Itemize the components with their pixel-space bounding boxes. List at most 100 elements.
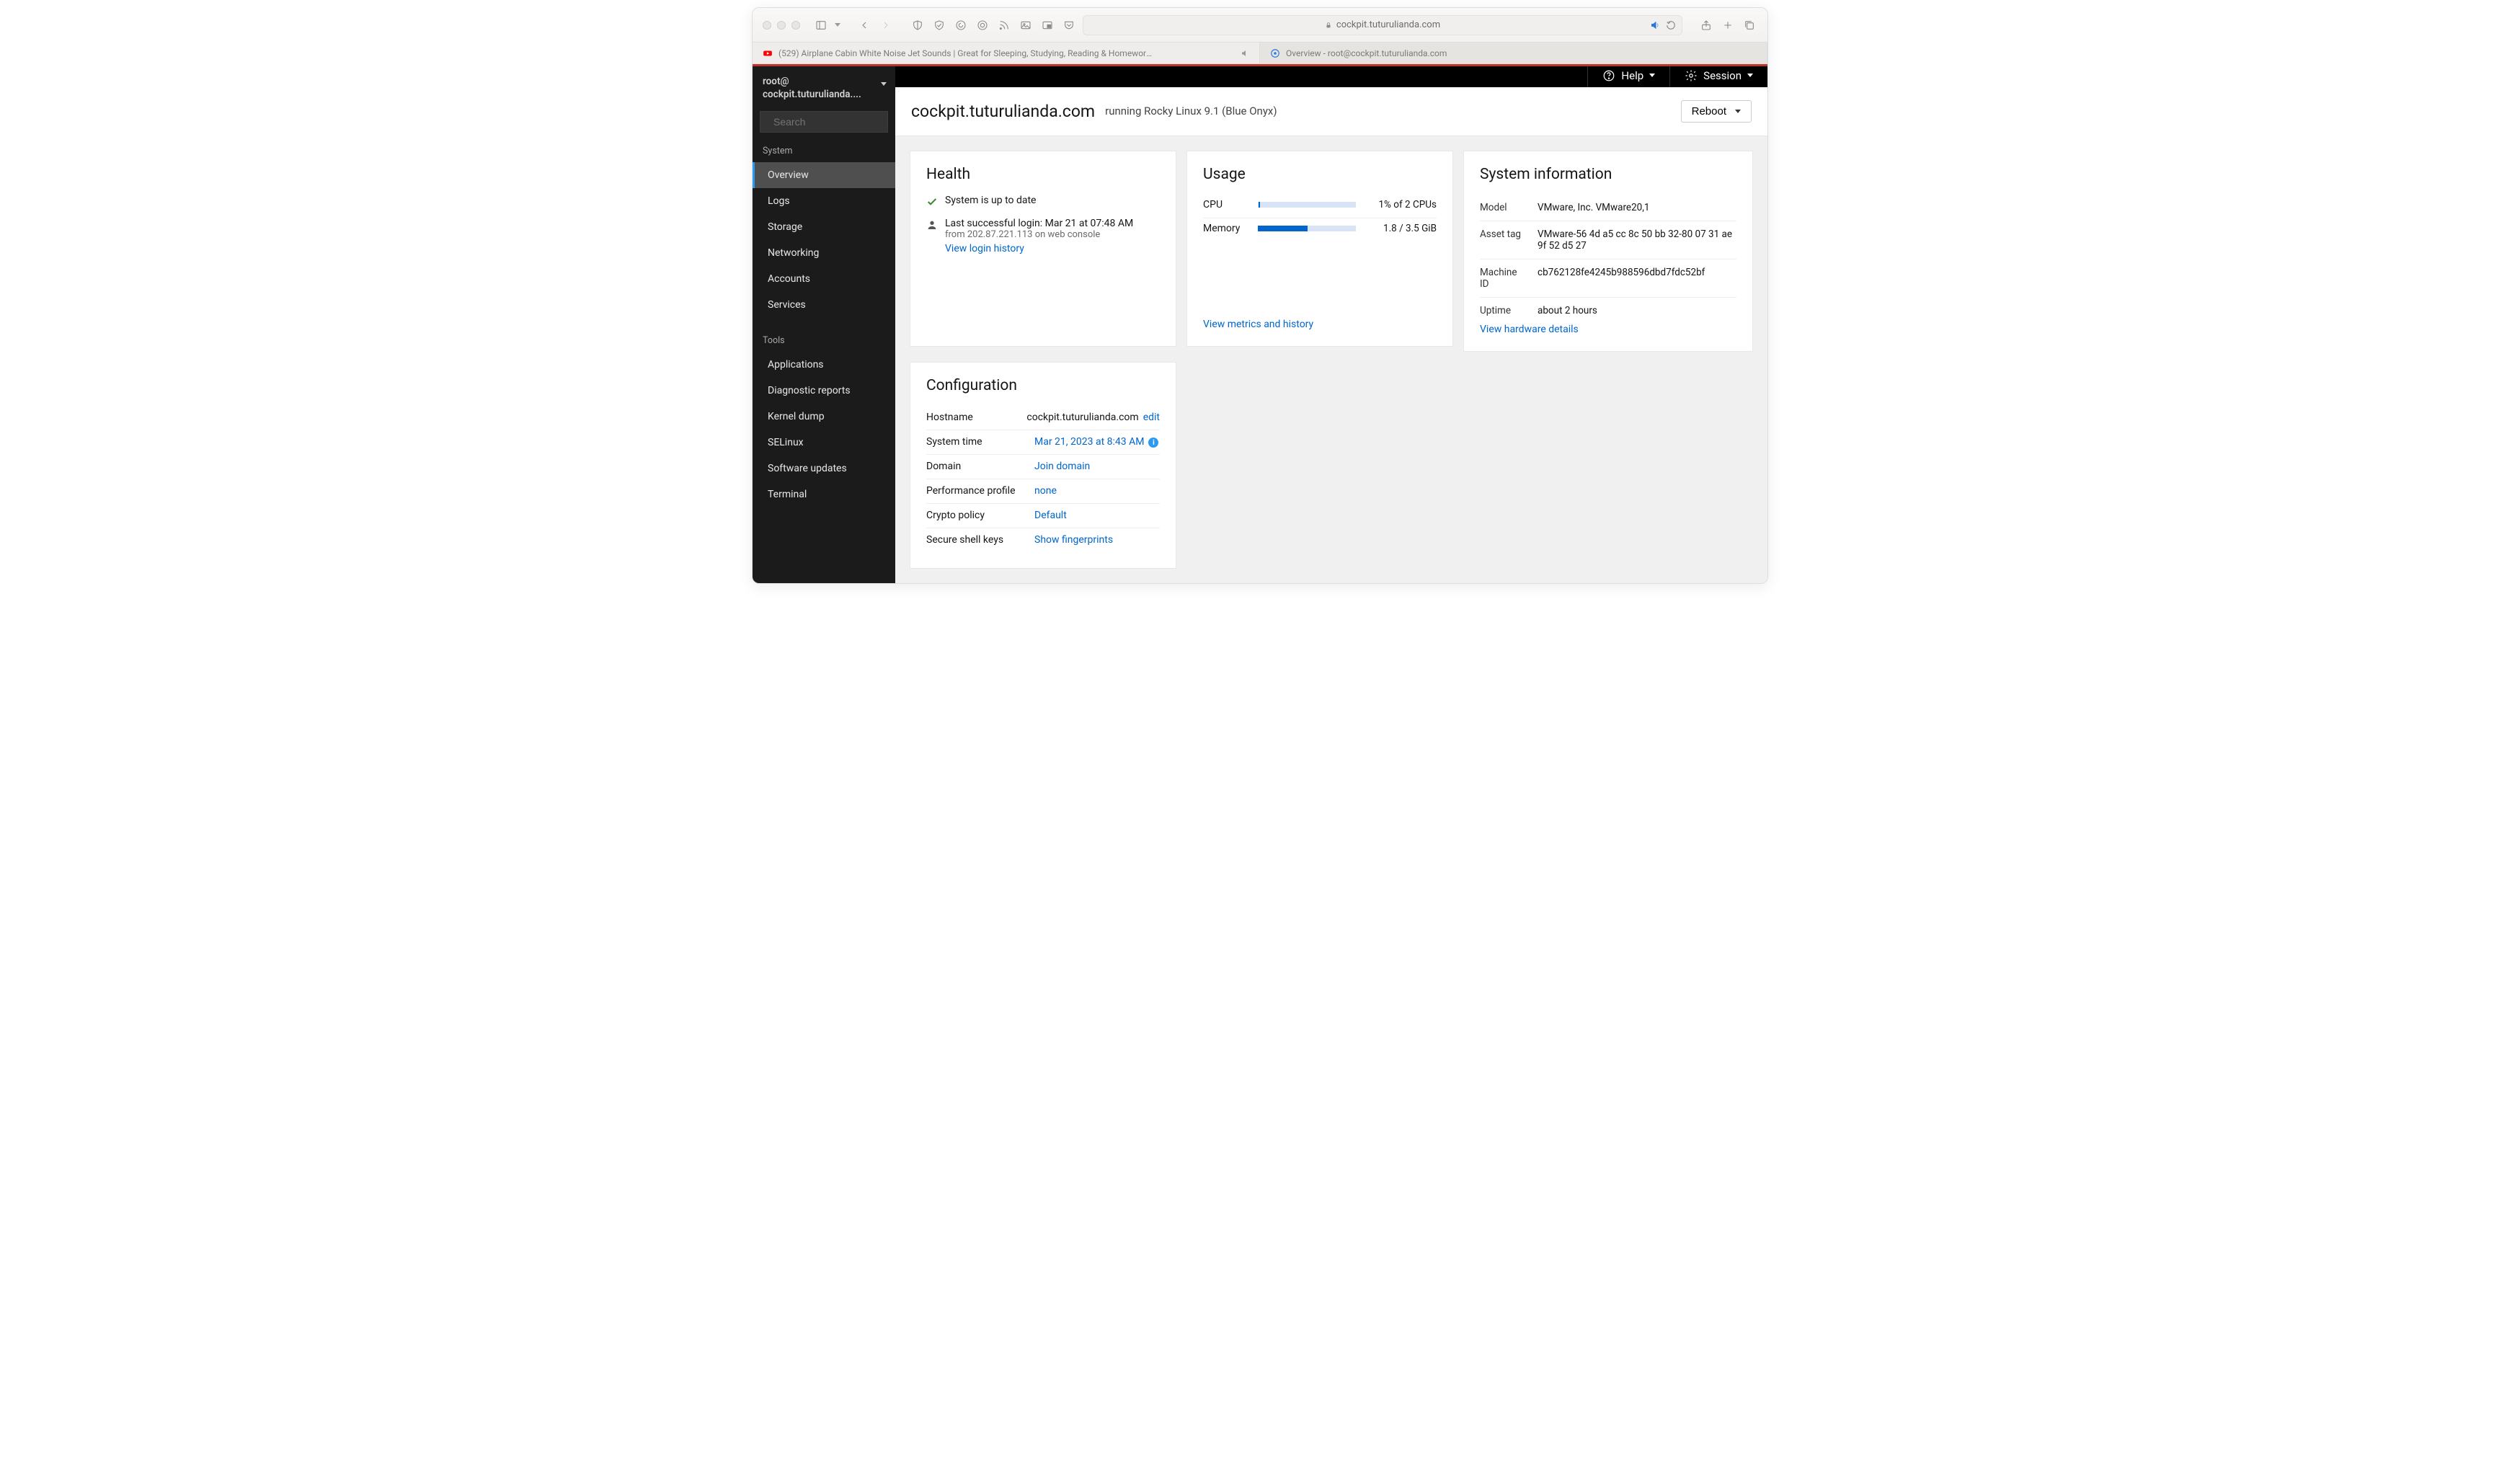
nav-back-icon[interactable] (856, 17, 872, 33)
config-value-link[interactable]: Default (1034, 510, 1067, 521)
youtube-icon (763, 48, 773, 58)
tab-title: (529) Airplane Cabin White Noise Jet Sou… (778, 48, 1153, 58)
pocket-icon[interactable] (1061, 17, 1077, 33)
chevron-down-icon (881, 82, 887, 86)
gear-icon (1685, 69, 1698, 82)
last-login: Last successful login: Mar 21 at 07:48 A… (945, 218, 1133, 229)
reboot-button[interactable]: Reboot (1681, 100, 1752, 123)
sidebar: root@ cockpit.tuturulianda.... System Ov… (753, 64, 895, 583)
sidebar-search[interactable] (760, 111, 888, 133)
config-card: Configuration Hostnamecockpit.tuturulian… (910, 362, 1176, 569)
search-input[interactable] (773, 116, 904, 128)
config-value-link[interactable]: Mar 21, 2023 at 8:43 AM (1034, 436, 1144, 448)
host-name: cockpit.tuturulianda.... (763, 88, 861, 101)
sidebar-toggle-icon[interactable] (813, 17, 829, 33)
config-row: DomainJoin domain (926, 455, 1160, 479)
sysinfo-row: Machine IDcb762128fe4245b988596dbd7fdc52… (1480, 259, 1736, 298)
chevron-down-icon (1649, 74, 1655, 77)
config-value-link[interactable]: none (1034, 485, 1057, 497)
page-subtitle: running Rocky Linux 9.1 (Blue Onyx) (1105, 105, 1277, 117)
nav-item-services[interactable]: Services (753, 292, 895, 318)
session-button[interactable]: Session (1669, 64, 1767, 87)
info-icon[interactable]: i (1148, 438, 1158, 448)
config-value-link[interactable]: Join domain (1034, 461, 1090, 472)
topbar: Help Session (895, 64, 1767, 87)
nav-item-logs[interactable]: Logs (753, 188, 895, 214)
help-button[interactable]: Help (1587, 64, 1669, 87)
nav-item-software-updates[interactable]: Software updates (753, 456, 895, 481)
circle-dash-icon[interactable] (975, 17, 990, 33)
help-icon (1602, 69, 1615, 82)
config-row: Crypto policyDefault (926, 504, 1160, 528)
tab-title: Overview - root@cockpit.tuturulianda.com (1286, 48, 1447, 58)
view-login-history-link[interactable]: View login history (945, 243, 1133, 254)
card-title: System information (1480, 166, 1736, 183)
audio-playing-icon[interactable] (1650, 20, 1660, 30)
nav-item-selinux[interactable]: SELinux (753, 430, 895, 456)
nav-item-kernel-dump[interactable]: Kernel dump (753, 404, 895, 430)
pip-icon[interactable] (1039, 17, 1055, 33)
config-row: Hostnamecockpit.tuturulianda.comedit (926, 406, 1160, 430)
privacy-shield-icon[interactable] (931, 17, 947, 33)
chevron-down-icon (1735, 110, 1741, 113)
tab-audio-icon[interactable] (1241, 49, 1249, 58)
rss-icon[interactable] (996, 17, 1012, 33)
address-bar[interactable]: cockpit.tuturulianda.com (1083, 15, 1682, 35)
nav-item-networking[interactable]: Networking (753, 240, 895, 266)
reload-icon[interactable] (1666, 20, 1676, 30)
view-metrics-link[interactable]: View metrics and history (1203, 319, 1437, 330)
memory-bar (1258, 226, 1356, 231)
chevron-down-icon[interactable] (835, 23, 840, 27)
tab-overview-icon[interactable] (1742, 17, 1757, 33)
card-title: Usage (1203, 166, 1437, 183)
grammarly-icon[interactable] (953, 17, 969, 33)
config-row: Performance profilenone (926, 479, 1160, 504)
nav-item-applications[interactable]: Applications (753, 352, 895, 378)
config-value-link[interactable]: Show fingerprints (1034, 534, 1113, 546)
sysinfo-row: Asset tagVMware-56 4d a5 cc 8c 50 bb 32-… (1480, 221, 1736, 259)
cockpit-icon (1270, 48, 1280, 58)
nav-item-accounts[interactable]: Accounts (753, 266, 895, 292)
config-row: System timeMar 21, 2023 at 8:43 AMi (926, 430, 1160, 456)
usage-row-cpu: CPU 1% of 2 CPUs (1203, 195, 1437, 218)
last-login-from: from 202.87.221.113 on web console (945, 229, 1133, 240)
shield-half-icon[interactable] (910, 17, 926, 33)
browser-toolbar: cockpit.tuturulianda.com (753, 8, 1767, 43)
sysinfo-row: ModelVMware, Inc. VMware20,1 (1480, 195, 1736, 221)
browser-tab-0[interactable]: (529) Airplane Cabin White Noise Jet Sou… (753, 43, 1260, 63)
health-status: System is up to date (945, 195, 1037, 206)
usage-card: Usage CPU 1% of 2 CPUs Memory 1.8 / 3.5 … (1186, 151, 1453, 347)
browser-tab-1[interactable]: Overview - root@cockpit.tuturulianda.com (1260, 43, 1767, 63)
nav-group-tools: Tools (753, 331, 895, 352)
edit-link[interactable]: edit (1143, 412, 1160, 423)
nav-item-terminal[interactable]: Terminal (753, 481, 895, 507)
window-controls[interactable] (763, 21, 800, 30)
tab-strip: (529) Airplane Cabin White Noise Jet Sou… (753, 43, 1767, 64)
card-title: Configuration (926, 377, 1160, 394)
nav-group-system: System (753, 141, 895, 162)
nav-forward-icon (878, 17, 894, 33)
sysinfo-row: Uptimeabout 2 hours (1480, 298, 1736, 324)
nav-item-storage[interactable]: Storage (753, 214, 895, 240)
user-icon (926, 219, 938, 231)
check-icon (926, 196, 938, 208)
view-hardware-link[interactable]: View hardware details (1480, 324, 1736, 335)
address-text: cockpit.tuturulianda.com (1336, 19, 1440, 30)
sysinfo-card: System information ModelVMware, Inc. VMw… (1463, 151, 1753, 352)
cpu-bar (1258, 202, 1356, 208)
usage-row-memory: Memory 1.8 / 3.5 GiB (1203, 218, 1437, 241)
health-card: Health System is up to date Last success… (910, 151, 1176, 347)
image-icon[interactable] (1018, 17, 1034, 33)
page-header: cockpit.tuturulianda.com running Rocky L… (895, 87, 1767, 136)
host-switcher[interactable]: root@ cockpit.tuturulianda.... (753, 66, 895, 111)
config-row: Secure shell keysShow fingerprints (926, 528, 1160, 552)
lock-icon (1325, 22, 1332, 29)
new-tab-icon[interactable] (1720, 17, 1736, 33)
chevron-down-icon (1747, 74, 1753, 77)
card-title: Health (926, 166, 1160, 183)
nav-item-diagnostic-reports[interactable]: Diagnostic reports (753, 378, 895, 404)
share-icon[interactable] (1698, 17, 1714, 33)
page-title: cockpit.tuturulianda.com (911, 102, 1095, 121)
nav-item-overview[interactable]: Overview (753, 162, 895, 188)
host-user: root@ (763, 75, 861, 88)
